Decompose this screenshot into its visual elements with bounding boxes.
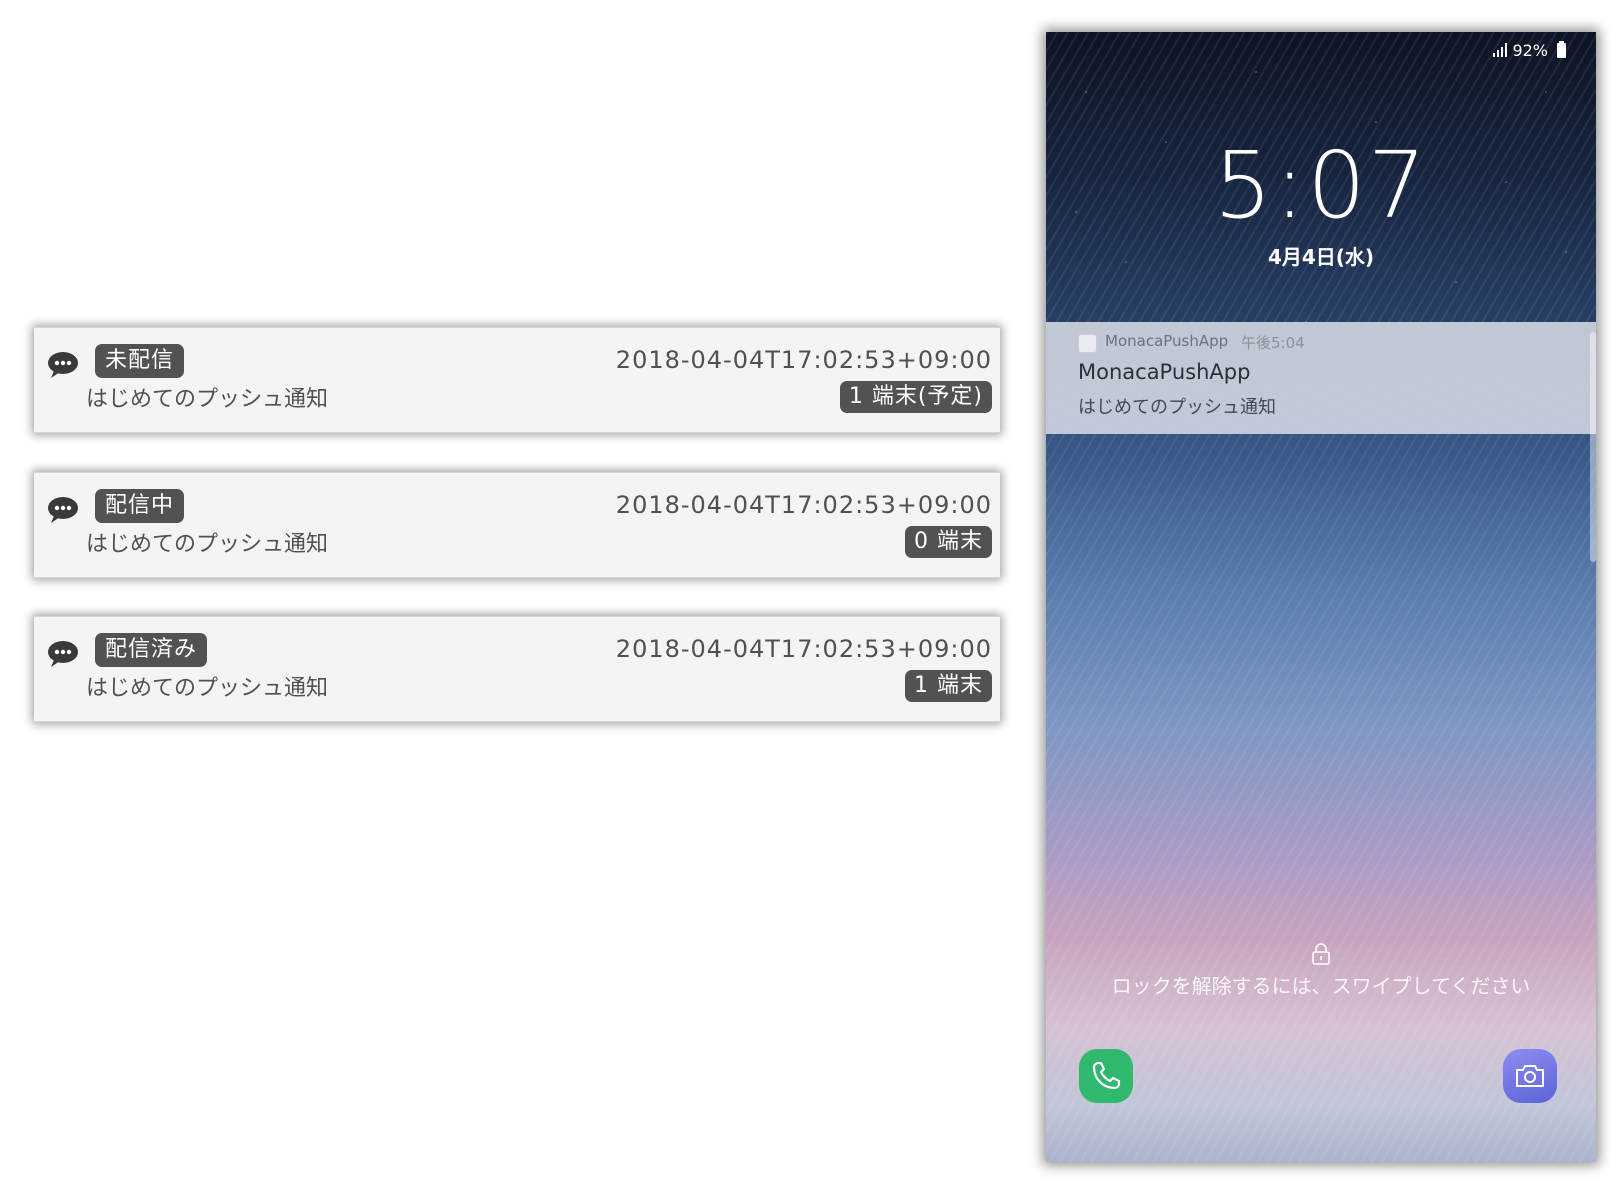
camera-icon: [1516, 1065, 1544, 1087]
status-badge: 配信中: [95, 489, 185, 523]
notification-card[interactable]: MonacaPushApp 午後5:04 MonacaPushApp はじめての…: [1046, 322, 1596, 434]
notification-app-name: MonacaPushApp: [1105, 332, 1229, 350]
device-count-badge: 0 端末: [905, 526, 992, 558]
notification-title: MonacaPushApp: [1078, 360, 1251, 384]
lock-date: 4月4日(水): [1267, 245, 1375, 269]
chat-bubble-icon: [48, 497, 78, 523]
chat-bubble-icon: [48, 352, 78, 378]
phone-shortcut-button[interactable]: [1079, 1049, 1133, 1103]
signal-icon: [1493, 43, 1508, 57]
app-icon: [1078, 334, 1097, 353]
push-card-sent[interactable]: 配信済み 2018-04-04T17:02:53+09:00 はじめてのプッシュ…: [34, 616, 1000, 722]
device-count-badge: 1 端末: [905, 670, 992, 702]
phone-lock-screen: 92% 5:07 4月4日(水) MonacaPushApp 午後5:04 Mo…: [1046, 32, 1596, 1162]
unlock-hint-text: ロックを解除するには、スワイプしてください: [1111, 974, 1531, 998]
push-card-sending[interactable]: 配信中 2018-04-04T17:02:53+09:00 はじめてのプッシュ通…: [34, 472, 1000, 578]
message-text: はじめてのプッシュ通知: [86, 387, 329, 412]
device-count-badge: 1 端末(予定): [839, 381, 992, 413]
lock-clock: 5:07: [1213, 132, 1429, 239]
camera-shortcut-button[interactable]: [1503, 1049, 1557, 1103]
scroll-indicator: [1590, 332, 1596, 562]
message-text: はじめてのプッシュ通知: [86, 532, 329, 557]
status-bar: 92%: [1493, 38, 1566, 62]
phone-icon: [1092, 1061, 1121, 1090]
notification-body: はじめてのプッシュ通知: [1078, 397, 1276, 418]
push-card-unsent[interactable]: 未配信 2018-04-04T17:02:53+09:00 はじめてのプッシュ通…: [34, 327, 1000, 433]
battery-icon: [1557, 40, 1566, 58]
timestamp: 2018-04-04T17:02:53+09:00: [615, 635, 992, 663]
lock-icon: [1312, 943, 1330, 965]
status-badge: 配信済み: [95, 633, 208, 667]
battery-percent: 92%: [1512, 40, 1548, 60]
status-badge: 未配信: [95, 344, 185, 378]
chat-bubble-icon: [48, 641, 78, 667]
timestamp: 2018-04-04T17:02:53+09:00: [615, 346, 992, 374]
message-text: はじめてのプッシュ通知: [86, 676, 329, 701]
timestamp: 2018-04-04T17:02:53+09:00: [615, 491, 992, 519]
notification-time: 午後5:04: [1241, 334, 1305, 352]
